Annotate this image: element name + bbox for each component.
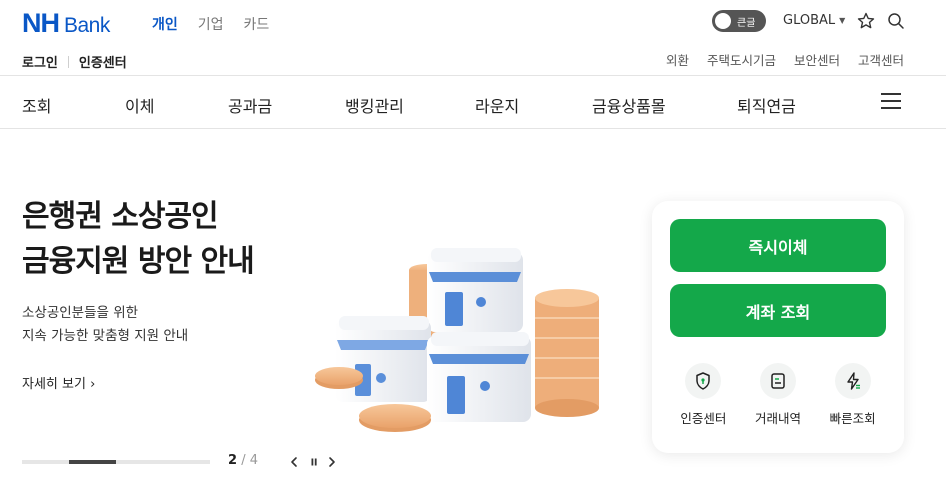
large-text-toggle[interactable]: 큰글 <box>712 10 766 32</box>
quick-link-transactions[interactable]: 거래내역 <box>743 363 813 427</box>
cert-center-link[interactable]: 인증센터 <box>79 52 127 71</box>
util-link-security-center[interactable]: 보안센터 <box>794 50 840 69</box>
hero-title-line-1: 은행권 소상공인 <box>22 199 219 234</box>
quick-icon-row: 인증센터 거래내역 빠른조회 <box>652 363 904 427</box>
util-link-forex[interactable]: 외환 <box>666 50 689 69</box>
main-nav: 조회 이체 공과금 뱅킹관리 라운지 금융상품몰 퇴직연금 <box>0 76 946 129</box>
see-more-link[interactable]: 자세히 보기 › <box>22 373 95 392</box>
star-icon[interactable] <box>856 11 876 31</box>
lightning-icon <box>834 363 871 399</box>
login-link[interactable]: 로그인 <box>22 52 58 71</box>
slide-progress-bar <box>22 460 210 464</box>
account-links: 로그인 인증센터 <box>22 52 127 71</box>
see-more-label: 자세히 보기 <box>22 377 86 392</box>
slide-progress-thumb <box>69 460 116 464</box>
hero-subtitle-line-2: 지속 가능한 맞춤형 지원 안내 <box>22 328 189 344</box>
utility-links: 외환 주택도시기금 보안센터 고객센터 <box>666 50 904 69</box>
chevron-left-icon[interactable] <box>288 455 300 469</box>
toggle-knob <box>715 13 731 29</box>
quick-link-label: 빠른조회 <box>829 411 876 426</box>
store-coins-illustration <box>315 248 599 432</box>
hamburger-menu-icon[interactable] <box>881 93 901 109</box>
instant-transfer-button[interactable]: 즉시이체 <box>670 219 886 272</box>
nav-item-financial-products[interactable]: 금융상품몰 <box>592 93 666 117</box>
slide-total: 4 <box>249 453 258 468</box>
receipt-icon <box>759 363 796 399</box>
slide-separator: / <box>241 453 250 468</box>
quick-link-label: 인증센터 <box>680 411 727 426</box>
divider <box>67 55 69 68</box>
quick-link-cert-center[interactable]: 인증센터 <box>668 363 738 427</box>
global-menu-button[interactable]: GLOBAL ▼ <box>783 13 845 28</box>
util-link-customer-center[interactable]: 고객센터 <box>858 50 904 69</box>
hero-subtitle-line-1: 소상공인분들을 위한 <box>22 305 139 321</box>
quick-link-quick-inquiry[interactable]: 빠른조회 <box>818 363 888 427</box>
nav-item-retirement-pension[interactable]: 퇴직연금 <box>737 93 796 117</box>
tab-card[interactable]: 카드 <box>244 14 270 34</box>
hero-subtitle: 소상공인분들을 위한 지속 가능한 맞춤형 지원 안내 <box>22 302 188 348</box>
slide-counter: 2 / 4 <box>228 453 258 468</box>
quick-link-label: 거래내역 <box>754 411 801 426</box>
nav-item-lounge[interactable]: 라운지 <box>475 93 519 117</box>
util-link-housing-fund[interactable]: 주택도시기금 <box>707 50 776 69</box>
nav-item-inquiry[interactable]: 조회 <box>22 93 51 117</box>
pause-icon[interactable] <box>308 455 320 469</box>
global-label: GLOBAL <box>783 13 836 28</box>
chevron-right-icon[interactable] <box>326 455 338 469</box>
segment-tabs: 개인 기업 카드 <box>152 14 269 34</box>
hero-title: 은행권 소상공인 금융지원 방안 안내 <box>22 194 255 284</box>
top-header: NH Bank 개인 기업 카드 큰글 GLOBAL ▼ 로그인 인증센터 외환… <box>0 0 946 76</box>
nav-item-banking-management[interactable]: 뱅킹관리 <box>345 93 404 117</box>
nh-bank-logo[interactable]: NH Bank <box>22 8 110 38</box>
tab-business[interactable]: 기업 <box>198 14 224 34</box>
nav-item-transfer[interactable]: 이체 <box>125 93 154 117</box>
caret-down-icon: ▼ <box>839 16 846 25</box>
toggle-label: 큰글 <box>737 17 756 29</box>
tab-personal[interactable]: 개인 <box>152 14 178 34</box>
logo-text-nh: NH <box>22 8 60 38</box>
account-inquiry-button[interactable]: 계좌 조회 <box>670 284 886 337</box>
nav-item-utility-bills[interactable]: 공과금 <box>228 93 272 117</box>
chevron-right-icon: › <box>90 377 96 392</box>
logo-text-bank: Bank <box>64 14 110 37</box>
slide-current: 2 <box>228 453 238 468</box>
search-icon[interactable] <box>886 11 906 31</box>
shield-icon <box>685 363 722 399</box>
hero-title-line-2: 금융지원 방안 안내 <box>22 244 255 279</box>
quick-menu-panel: 즉시이체 계좌 조회 인증센터 거래내역 빠른조회 <box>652 201 904 453</box>
